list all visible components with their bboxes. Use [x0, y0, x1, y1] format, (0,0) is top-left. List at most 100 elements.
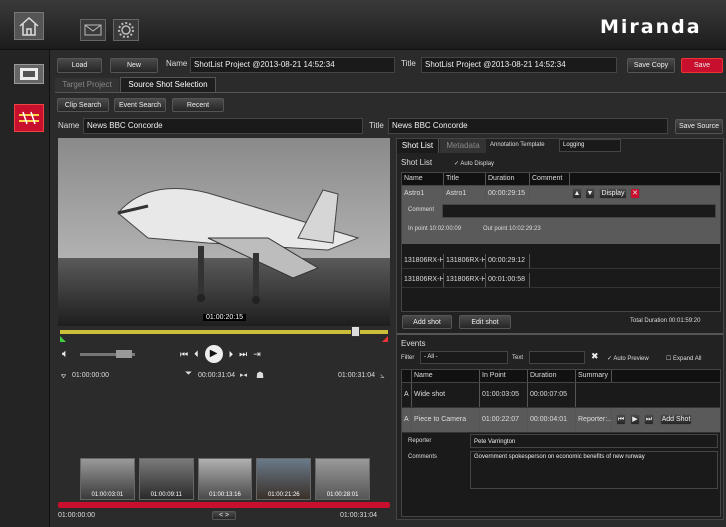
new-button[interactable]: New: [110, 58, 158, 73]
save-button[interactable]: Save: [681, 58, 723, 73]
column-header: Title: [444, 173, 486, 185]
timeline-end: 01:00:31:04: [340, 512, 377, 519]
step-back-icon[interactable]: ⏴︎: [194, 349, 199, 360]
tab-target-project[interactable]: Target Project: [55, 78, 119, 92]
tc-in: 01:00:00:00: [72, 372, 109, 379]
home-button[interactable]: [14, 12, 44, 40]
thumbnail[interactable]: 01:00:21:26: [256, 458, 312, 500]
timeline-nav-button[interactable]: [14, 104, 44, 132]
volume-icon[interactable]: 🔈︎: [62, 348, 69, 361]
save-source-button[interactable]: Save Source: [675, 119, 723, 134]
edit-shot-button[interactable]: Edit shot: [459, 315, 511, 329]
column-header: Duration: [486, 173, 530, 185]
auto-display-checkbox[interactable]: ✓ Auto Display: [454, 160, 494, 167]
tab-metadata[interactable]: Metadata: [440, 139, 486, 153]
shot-list-selected-row[interactable]: Astro1 Astro1 00:00:29:15 ▲ ▼ Display ✕ …: [402, 186, 720, 244]
thumbnail[interactable]: 01:00:28:01: [315, 458, 370, 500]
clear-filter-icon[interactable]: ✖: [591, 351, 599, 362]
event-row[interactable]: A Wide shot 01:00:03:05 00:00:07:05: [402, 383, 720, 408]
comments-field[interactable]: Government spokesperson on economic bene…: [470, 451, 718, 489]
expand-all-checkbox[interactable]: ☐ Expand All: [666, 355, 701, 362]
tc-current: 00:00:31:04: [198, 372, 235, 379]
shot-list-heading: Shot List: [401, 158, 433, 167]
annotation-template-label: Annotation Template: [490, 142, 545, 148]
move-up-button[interactable]: ▲: [572, 188, 582, 199]
step-forward-icon[interactable]: ⏵︎: [229, 349, 234, 360]
recent-button[interactable]: Recent: [172, 98, 224, 112]
reporter-field[interactable]: Pete Varrington: [470, 434, 718, 448]
project-name-field[interactable]: ShotList Project @2013-08-21 14:52:34: [190, 57, 395, 73]
shot-title: Astro1: [444, 186, 486, 201]
comments-label: Comments: [408, 454, 438, 460]
source-name-label: Name: [58, 121, 80, 130]
goto-marker-icon[interactable]: ⏷: [185, 368, 192, 379]
event-add-shot-button[interactable]: Add Shot: [660, 414, 692, 425]
shot-name: Astro1: [402, 186, 444, 201]
column-header: Name: [412, 370, 480, 382]
events-text-input[interactable]: [529, 351, 585, 364]
frame-step-icon[interactable]: ▸◂: [240, 371, 247, 379]
skip-start-icon[interactable]: ⏮︎: [180, 349, 188, 360]
text-label: Text: [512, 355, 524, 361]
event-prev-button[interactable]: ⏮: [616, 414, 626, 425]
shot-list-header: Name Title Duration Comment: [402, 173, 720, 186]
delete-shot-button[interactable]: ✕: [630, 188, 640, 199]
column-header: Summary: [576, 370, 612, 382]
source-title-field[interactable]: News BBC Concorde: [388, 118, 668, 134]
video-timecode-overlay: 01:00:20:15: [203, 314, 246, 321]
display-button[interactable]: Display: [599, 188, 627, 199]
volume-slider[interactable]: [80, 350, 135, 358]
frame-end-icon[interactable]: ⇥: [253, 349, 261, 360]
add-shot-button[interactable]: Add shot: [402, 315, 452, 329]
timeline-bar[interactable]: [58, 502, 390, 508]
tab-shot-list[interactable]: Shot List: [397, 139, 439, 153]
event-search-button[interactable]: Event Search: [114, 98, 166, 112]
mark-in-button[interactable]: ⦡: [61, 371, 66, 381]
project-title-label: Title: [401, 59, 416, 68]
events-heading: Events: [401, 339, 426, 348]
event-play-button[interactable]: ▶: [630, 414, 640, 425]
snapshot-icon[interactable]: ☗: [256, 370, 264, 381]
thumbnail[interactable]: 01:00:03:01: [80, 458, 135, 500]
source-title-label: Title: [369, 121, 384, 130]
timeline-start: 01:00:00:00: [58, 512, 95, 519]
filter-select[interactable]: - All -: [420, 351, 508, 364]
column-header: Comment: [530, 173, 570, 185]
auto-preview-checkbox[interactable]: ✓ Auto Preview: [607, 355, 649, 362]
event-next-button[interactable]: ⏭: [644, 414, 654, 425]
filter-label: Filter: [401, 355, 415, 361]
load-button[interactable]: Load: [57, 58, 102, 73]
project-title-field[interactable]: ShotList Project @2013-08-21 14:52:34: [421, 57, 617, 73]
skip-end-icon[interactable]: ⏭︎: [239, 349, 247, 360]
scrub-track[interactable]: [60, 330, 388, 334]
settings-button[interactable]: [113, 19, 139, 41]
table-row[interactable]: 131806RX-H 131806RX-H 00:00:29:12: [402, 254, 720, 269]
comment-label: Comment: [408, 207, 435, 213]
clip-search-button[interactable]: Clip Search: [57, 98, 109, 112]
mark-out-button[interactable]: ⦣: [380, 371, 385, 381]
tab-divider: [55, 92, 726, 93]
play-icon[interactable]: ▶︎: [204, 345, 223, 363]
panel-splitter[interactable]: [397, 333, 723, 335]
thumbnail[interactable]: 01:00:13:16: [197, 458, 253, 500]
video-frame: 01:00:20:15: [58, 138, 390, 326]
table-row[interactable]: 131806RX-H 131806RX-H 00:01:00:58: [402, 273, 720, 288]
scrub-playhead[interactable]: [351, 326, 360, 337]
shot-list-table: Name Title Duration Comment Astro1 Astro…: [401, 172, 721, 312]
timeline-icon: [19, 111, 39, 125]
timeline-zoom-button[interactable]: < >: [212, 511, 236, 520]
total-duration-value: 00:01:59:20: [668, 318, 701, 324]
annotation-template-select[interactable]: Logging: [559, 139, 621, 152]
comment-field[interactable]: [442, 204, 716, 218]
project-name-label: Name: [166, 59, 188, 68]
tab-source-shot-selection[interactable]: Source Shot Selection: [120, 77, 216, 92]
source-name-field[interactable]: News BBC Concorde: [83, 118, 363, 134]
brand-logo: Miranda: [600, 16, 702, 38]
event-row-selected[interactable]: A Piece to Camera 01:00:22:07 00:00:04:0…: [402, 408, 720, 433]
filmstrip-nav-button[interactable]: [14, 64, 44, 84]
save-copy-button[interactable]: Save Copy: [627, 58, 675, 73]
move-down-button[interactable]: ▼: [585, 188, 595, 199]
thumbnail[interactable]: 01:00:09:11: [138, 458, 194, 500]
tc-out: 01:00:31:04: [338, 372, 375, 379]
mail-button[interactable]: [80, 19, 106, 41]
